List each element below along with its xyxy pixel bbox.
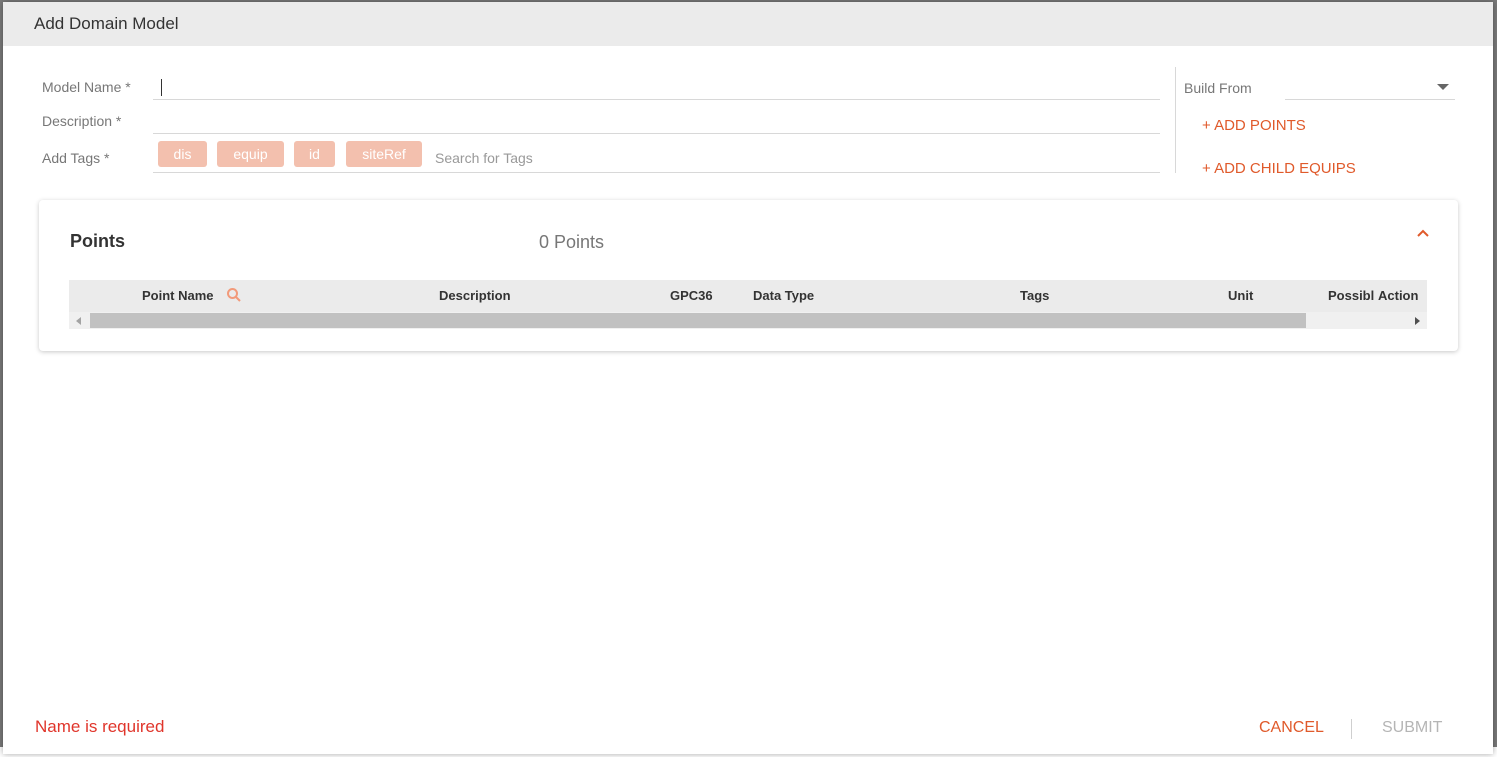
vertical-divider <box>1175 67 1176 173</box>
search-icon[interactable] <box>226 287 242 303</box>
points-table-header: Point Name Description GPC36 Data Type T… <box>69 280 1427 312</box>
tags-row: Add Tags * <box>42 150 153 166</box>
scrollbar-thumb[interactable] <box>90 313 1306 328</box>
column-header-possible[interactable]: Possibl <box>1328 288 1374 303</box>
model-form: Model Name * Description * Add Tags * di… <box>3 46 1493 186</box>
column-header-action[interactable]: Action <box>1378 288 1418 303</box>
add-domain-model-dialog: Add Domain Model Model Name * Descriptio… <box>3 2 1493 754</box>
chevron-up-icon[interactable] <box>1415 226 1431 242</box>
column-header-point-name[interactable]: Point Name <box>142 288 214 303</box>
model-name-input[interactable] <box>153 99 1160 100</box>
tag-chip[interactable]: id <box>294 141 335 167</box>
model-name-label: Model Name * <box>42 79 131 95</box>
tag-chip[interactable]: dis <box>158 141 207 167</box>
column-header-unit[interactable]: Unit <box>1228 288 1253 303</box>
tags-label: Add Tags * <box>42 150 110 166</box>
points-count: 0 Points <box>539 232 605 252</box>
column-header-gpc36[interactable]: GPC36 <box>670 288 713 303</box>
submit-button[interactable]: SUBMIT <box>1382 719 1442 737</box>
points-title: Points <box>70 231 126 251</box>
tag-chip[interactable]: equip <box>217 141 284 167</box>
tag-chip[interactable]: siteRef <box>346 141 422 167</box>
description-label: Description * <box>42 113 122 129</box>
scroll-right-icon[interactable] <box>1415 317 1420 325</box>
add-points-button[interactable]: + ADD POINTS <box>1202 117 1306 134</box>
footer-divider <box>1351 719 1352 739</box>
caret-down-icon <box>1437 84 1449 90</box>
build-from-select[interactable] <box>1285 74 1455 100</box>
description-input[interactable] <box>153 133 1160 134</box>
column-header-data-type[interactable]: Data Type <box>753 288 814 303</box>
points-panel: Points 0 Points Point Name Description G… <box>39 200 1458 351</box>
validation-error: Name is required <box>35 717 165 736</box>
dialog-title: Add Domain Model <box>34 14 179 33</box>
description-row: Description * <box>42 113 153 129</box>
column-header-tags[interactable]: Tags <box>1020 288 1049 303</box>
text-cursor <box>161 79 162 96</box>
cancel-button[interactable]: CANCEL <box>1259 719 1324 737</box>
tags-underline <box>153 172 1160 173</box>
add-child-equips-button[interactable]: + ADD CHILD EQUIPS <box>1202 160 1356 177</box>
scroll-left-icon[interactable] <box>76 317 81 325</box>
build-from-label: Build From <box>1184 80 1252 96</box>
dialog-header: Add Domain Model <box>3 2 1493 46</box>
horizontal-scrollbar[interactable] <box>69 312 1427 329</box>
column-header-description[interactable]: Description <box>439 288 511 303</box>
model-name-row: Model Name * <box>42 79 153 95</box>
tag-search-input[interactable]: Search for Tags <box>435 150 533 166</box>
